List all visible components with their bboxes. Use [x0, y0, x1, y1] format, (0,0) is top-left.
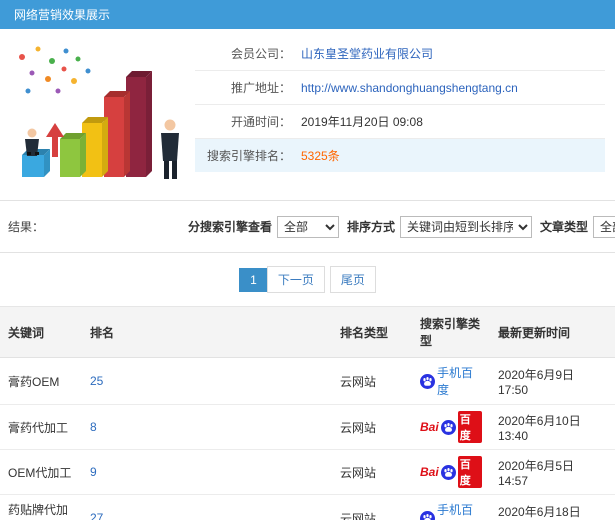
marketing-chart-illustration: [0, 33, 195, 194]
pagination: 1 下一页 尾页: [0, 253, 615, 306]
header-keyword: 关键词: [0, 306, 82, 358]
rank-cell: 8: [82, 404, 332, 450]
last-page-button[interactable]: 尾页: [329, 266, 376, 293]
results-table: 关键词 排名 排名类型 搜索引擎类型 最新更新时间 膏药OEM 25 云网站 手…: [0, 306, 615, 520]
info-row-company: 会员公司： 山东皇圣堂药业有限公司: [195, 37, 605, 71]
sort-filter-label: 排序方式: [347, 220, 396, 234]
table-body: 膏药OEM 25 云网站 手机百度 2020年6月9日 17:50 膏药代加工 …: [0, 357, 615, 520]
rank-count-suffix: 条: [327, 149, 340, 163]
keyword-cell: 膏药OEM: [0, 357, 82, 405]
engine-cell: 手机百度: [412, 494, 490, 520]
baidu-logo: Bai 百度: [420, 456, 482, 488]
table-header-row: 关键词 排名 排名类型 搜索引擎类型 最新更新时间: [0, 306, 615, 358]
table-row: OEM代加工 9 云网站 Bai 百度 2020年6月5日 14:57: [0, 449, 615, 495]
table-row: 膏药代加工 8 云网站 Bai 百度 2020年6月10日 13:40: [0, 404, 615, 450]
filter-bar: 结果： 分搜索引擎查看 全部 排序方式 关键词由短到长排序 文章类型 全部 提交: [0, 201, 615, 253]
baidu-paw-icon: [440, 464, 456, 480]
rank-link[interactable]: 9: [90, 465, 97, 479]
rank-link[interactable]: 27: [90, 511, 103, 520]
info-rows: 会员公司： 山东皇圣堂药业有限公司 推广地址： http://www.shand…: [195, 33, 615, 194]
table-row: 药贴牌代加工 27 云网站 手机百度 2020年6月18日 10:25: [0, 494, 615, 520]
keyword-cell: 膏药代加工: [0, 404, 82, 450]
rank-type-cell: 云网站: [332, 449, 412, 495]
rank-link[interactable]: 25: [90, 374, 103, 388]
rank-count-value: 5325: [301, 148, 328, 163]
engine-select[interactable]: 全部: [277, 215, 340, 238]
page-header: 网络营销效果展示: [0, 0, 615, 29]
baidu-paw-icon: [420, 373, 435, 389]
info-row-open-time: 开通时间： 2019年11月20日 09:08: [195, 105, 605, 139]
type-select[interactable]: 全部: [593, 215, 615, 238]
promotion-url-link[interactable]: http://www.shandonghuangshengtang.cn: [301, 81, 518, 95]
page-title: 网络营销效果展示: [14, 8, 111, 22]
rank-cell: 25: [82, 357, 332, 405]
page: 网络营销效果展示 会员公司： 山东皇圣堂药业有限公司 推广地址： http://…: [0, 0, 615, 520]
header-rank: 排名: [82, 306, 332, 358]
rank-type-cell: 云网站: [332, 494, 412, 520]
baidu-paw-icon: [440, 419, 456, 435]
keyword-cell: OEM代加工: [0, 449, 82, 495]
info-row-url: 推广地址： http://www.shandonghuangshengtang.…: [195, 71, 605, 105]
bar-chart-graphic: [19, 46, 179, 179]
table-row: 膏药OEM 25 云网站 手机百度 2020年6月9日 17:50: [0, 357, 615, 405]
rank-type-cell: 云网站: [332, 404, 412, 450]
open-time-label: 开通时间：: [230, 115, 291, 129]
rank-cell: 9: [82, 449, 332, 495]
company-link[interactable]: 山东皇圣堂药业有限公司: [301, 45, 433, 62]
updated-cell: 2020年6月10日 13:40: [490, 404, 615, 450]
rank-link[interactable]: 8: [90, 420, 97, 434]
mobile-baidu-logo: 手机百度: [420, 364, 482, 398]
rank-cell: 27: [82, 494, 332, 520]
updated-cell: 2020年6月18日 10:25: [490, 494, 615, 520]
header-updated: 最新更新时间: [490, 306, 615, 358]
rank-type-cell: 云网站: [332, 357, 412, 405]
rank-count-label: 搜索引擎排名：: [206, 149, 291, 163]
header-rank-type: 排名类型: [332, 306, 412, 358]
sort-select[interactable]: 关键词由短到长排序: [400, 215, 533, 238]
baidu-paw-icon: [420, 510, 435, 520]
engine-cell: Bai 百度: [412, 404, 490, 450]
updated-cell: 2020年6月9日 17:50: [490, 357, 615, 405]
open-time-value: 2019年11月20日 09:08: [301, 115, 423, 129]
keyword-cell: 药贴牌代加工: [0, 494, 82, 520]
header-engine-type: 搜索引擎类型: [412, 306, 490, 358]
engine-cell: Bai 百度: [412, 449, 490, 495]
engine-filter-label: 分搜索引擎查看: [188, 220, 273, 234]
mobile-baidu-logo: 手机百度: [420, 501, 482, 520]
filter-controls: 分搜索引擎查看 全部 排序方式 关键词由短到长排序 文章类型 全部 提交: [188, 213, 615, 240]
page-1-button[interactable]: 1: [239, 268, 268, 292]
company-label: 会员公司：: [230, 47, 291, 61]
next-page-button[interactable]: 下一页: [266, 266, 325, 293]
baidu-logo: Bai 百度: [420, 411, 482, 443]
type-filter-label: 文章类型: [540, 220, 589, 234]
promotion-url-label: 推广地址：: [230, 81, 291, 95]
result-label: 结果：: [8, 220, 45, 234]
info-row-rank-count: 搜索引擎排名： 5325 条: [195, 139, 605, 172]
updated-cell: 2020年6月5日 14:57: [490, 449, 615, 495]
engine-cell: 手机百度: [412, 357, 490, 405]
info-section: 会员公司： 山东皇圣堂药业有限公司 推广地址： http://www.shand…: [0, 29, 615, 201]
